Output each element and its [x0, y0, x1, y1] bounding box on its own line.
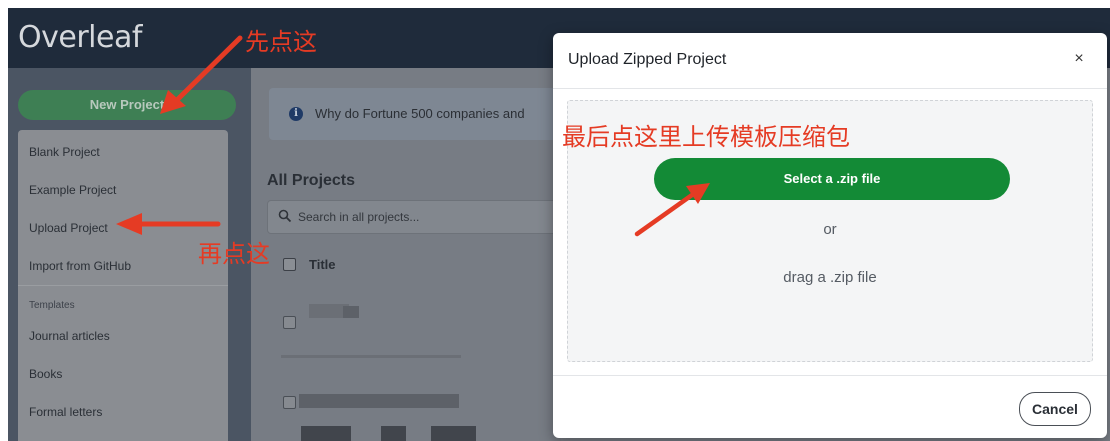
menu-item-import-github[interactable]: Import from GitHub — [29, 259, 131, 273]
search-placeholder: Search in all projects... — [298, 210, 420, 224]
select-zip-button[interactable]: Select a .zip file — [654, 158, 1010, 200]
banner-text: Why do Fortune 500 companies and — [315, 106, 525, 121]
or-text: or — [823, 221, 837, 238]
blurred-project-name — [343, 306, 359, 318]
menu-item-example-project[interactable]: Example Project — [29, 183, 116, 197]
project-list-area: i Why do Fortune 500 companies and All P… — [251, 68, 569, 441]
annotation-step-1: 先点这 — [245, 28, 317, 56]
overleaf-logo[interactable]: Overleaf — [18, 20, 142, 55]
blurred-row — [281, 355, 461, 358]
select-all-checkbox[interactable] — [283, 258, 296, 271]
info-banner: i Why do Fortune 500 companies and — [269, 88, 569, 140]
modal-header: Upload Zipped Project × — [553, 33, 1107, 89]
menu-item-upload-project[interactable]: Upload Project — [29, 221, 108, 235]
title-column-header[interactable]: Title — [309, 257, 336, 272]
info-icon: i — [289, 107, 303, 121]
modal-footer-divider — [553, 375, 1107, 376]
cancel-button[interactable]: Cancel — [1019, 392, 1091, 426]
modal-title: Upload Zipped Project — [568, 51, 727, 68]
new-project-dropdown: Blank Project Example Project Upload Pro… — [18, 130, 228, 441]
annotation-step-2: 再点这 — [198, 240, 270, 268]
new-project-button[interactable]: New Project — [18, 90, 236, 120]
upload-zipped-project-modal: Upload Zipped Project × Select a .zip fi… — [553, 33, 1107, 438]
close-icon[interactable]: × — [1067, 47, 1091, 71]
menu-item-blank-project[interactable]: Blank Project — [29, 145, 100, 159]
annotation-step-3: 最后点这里上传模板压缩包 — [562, 123, 850, 151]
blurred-project-name — [381, 426, 406, 441]
drag-zip-text: drag a .zip file — [783, 269, 877, 286]
menu-item-journal-articles[interactable]: Journal articles — [29, 329, 110, 343]
search-input[interactable]: Search in all projects... — [267, 200, 569, 234]
menu-item-books[interactable]: Books — [29, 367, 62, 381]
templates-header: Templates — [29, 300, 75, 311]
menu-divider — [18, 285, 228, 286]
page-title: All Projects — [267, 172, 356, 189]
menu-item-formal-letters[interactable]: Formal letters — [29, 405, 102, 419]
search-icon — [278, 209, 292, 223]
row-checkbox[interactable] — [283, 396, 296, 409]
blurred-project-name — [299, 394, 459, 408]
blurred-project-name — [301, 426, 351, 441]
blurred-project-name — [431, 426, 476, 441]
row-checkbox[interactable] — [283, 316, 296, 329]
